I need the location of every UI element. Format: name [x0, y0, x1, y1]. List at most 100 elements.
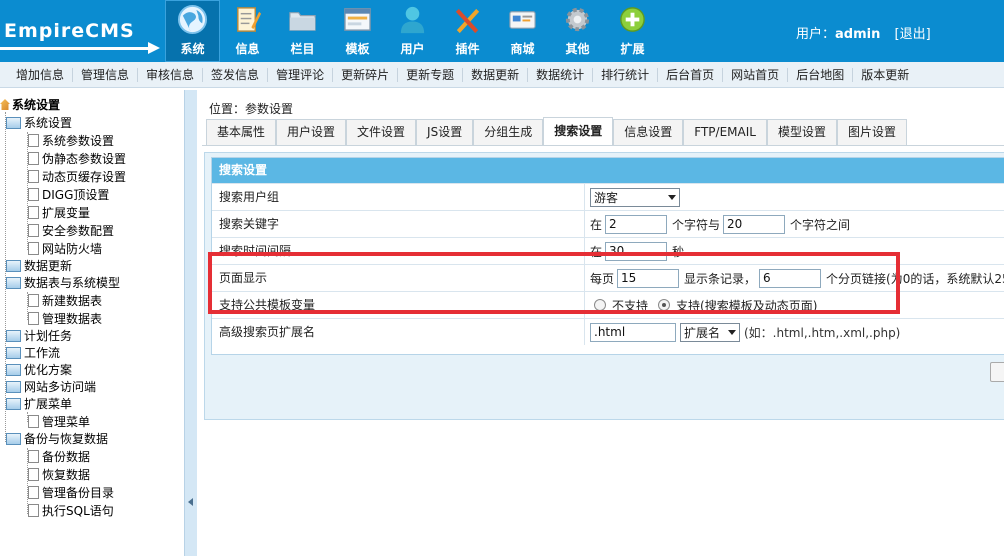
extension-input[interactable]: .html	[590, 322, 676, 342]
tree-item[interactable]: 系统参数设置	[28, 133, 114, 150]
toolbar-admin-home[interactable]: 后台首页	[658, 67, 724, 82]
nav-info[interactable]: 信息	[220, 0, 275, 62]
nav-label: 扩展	[620, 42, 645, 56]
tree-item[interactable]: 安全参数配置	[28, 223, 114, 240]
tree-item[interactable]: 恢复数据	[28, 467, 90, 484]
toolbar-manage-info[interactable]: 管理信息	[73, 67, 139, 82]
page-links-input[interactable]: 6	[759, 268, 822, 288]
section-title: 搜索设置	[212, 158, 1004, 183]
tab-model[interactable]: 模型设置	[766, 119, 837, 145]
nav-template[interactable]: 模板	[330, 0, 385, 62]
interval-prefix: 在	[590, 244, 603, 259]
toolbar-ranking-stats[interactable]: 排行统计	[593, 67, 659, 82]
folder-open-icon	[6, 398, 21, 410]
tree-item[interactable]: 备份数据	[28, 449, 90, 466]
logo-underline	[0, 47, 150, 50]
tree-item[interactable]: 计划任务	[6, 328, 72, 345]
interval-input[interactable]: 30	[605, 241, 668, 261]
tab-js[interactable]: JS设置	[416, 119, 474, 145]
chevron-down-icon	[728, 329, 736, 335]
tab-image[interactable]: 图片设置	[836, 119, 907, 145]
row-label: 支持公共模板变量	[219, 298, 316, 312]
tab-user[interactable]: 用户设置	[276, 119, 347, 145]
tree-item[interactable]: 备份与恢复数据	[6, 431, 108, 448]
breadcrumb: 位置：参数设置	[209, 102, 294, 116]
tree-item[interactable]: 动态页缓存设置	[28, 169, 126, 186]
toolbar-version-update[interactable]: 版本更新	[853, 68, 917, 82]
tab-info[interactable]: 信息设置	[613, 119, 684, 145]
tree-item[interactable]: DIGG顶设置	[28, 187, 109, 204]
document-icon	[28, 468, 39, 481]
tree-item-label: 伪静态参数设置	[42, 152, 127, 166]
collapse-arrow-icon[interactable]	[188, 498, 193, 506]
tab-file[interactable]: 文件设置	[346, 119, 417, 145]
home-icon	[0, 99, 10, 110]
document-icon	[28, 188, 39, 201]
tree-item-label: 优化方案	[24, 363, 73, 377]
toolbar-data-stats[interactable]: 数据统计	[528, 67, 594, 82]
tree-item-label: 管理数据表	[42, 312, 103, 326]
nav-column[interactable]: 栏目	[275, 0, 330, 62]
document-icon	[28, 242, 39, 255]
tree-item[interactable]: 网站防火墙	[28, 241, 102, 258]
logout-link[interactable]: [退出]	[895, 27, 931, 42]
extension-select[interactable]: 扩展名	[680, 322, 740, 342]
sidebar-splitter[interactable]	[184, 90, 197, 556]
tree-item[interactable]: 执行SQL语句	[28, 503, 114, 520]
nav-shop[interactable]: 商城	[495, 0, 550, 62]
tree-item-label: 备份数据	[42, 450, 91, 464]
user-group-select[interactable]: 游客	[590, 187, 680, 207]
tree-item-label: 网站多访问端	[24, 380, 97, 394]
radio-support[interactable]	[658, 299, 671, 311]
globe-icon	[177, 4, 208, 35]
nav-other[interactable]: 其他	[550, 0, 605, 62]
toolbar-review-info[interactable]: 审核信息	[138, 67, 204, 82]
tab-basic[interactable]: 基本属性	[206, 119, 277, 145]
user-prefix: 用户：	[796, 27, 836, 42]
toolbar-admin-map[interactable]: 后台地图	[788, 67, 854, 82]
tree-item[interactable]: 管理菜单	[28, 414, 90, 431]
toolbar-manage-comments[interactable]: 管理评论	[268, 67, 334, 82]
partial-button[interactable]	[990, 362, 1004, 382]
tree-item[interactable]: 伪静态参数设置	[28, 151, 126, 168]
toolbar-data-update[interactable]: 数据更新	[463, 67, 529, 82]
empirecms-logo[interactable]: EmpireCMS	[0, 6, 165, 56]
nav-system[interactable]: 系统	[165, 0, 220, 62]
keyword-min-input[interactable]: 2	[605, 214, 668, 234]
nav-extend[interactable]: 扩展	[605, 0, 660, 62]
tree-item[interactable]: 新建数据表	[28, 293, 102, 310]
tree-item[interactable]: 数据表与系统模型	[6, 275, 120, 292]
row-value: 不支持 支持(搜索模板及动态页面)	[590, 292, 817, 318]
folder-icon	[6, 364, 21, 376]
tab-search[interactable]: 搜索设置	[543, 117, 614, 145]
tree-item[interactable]: 系统设置	[6, 115, 72, 132]
tab-ftp-email[interactable]: FTP/EMAIL	[683, 119, 767, 145]
toolbar-update-topics[interactable]: 更新专题	[398, 67, 464, 82]
toolbar-sign-info[interactable]: 签发信息	[203, 67, 269, 82]
tree-item[interactable]: 优化方案	[6, 362, 72, 379]
nav-plugin[interactable]: 插件	[440, 0, 495, 62]
per-page-input[interactable]: 15	[617, 268, 680, 288]
toolbar-add-info[interactable]: 增加信息	[8, 67, 74, 82]
tree-item[interactable]: 数据更新	[6, 258, 72, 275]
page-suffix: 个分页链接(为0的话，系统默认25	[826, 271, 1004, 286]
nav-label: 栏目	[290, 42, 315, 56]
tree-item[interactable]: 工作流	[6, 345, 60, 362]
document-icon	[28, 294, 39, 307]
tree-item[interactable]: 网站多访问端	[6, 379, 96, 396]
tree-item[interactable]: 管理数据表	[28, 311, 102, 328]
tree-item-label: 备份与恢复数据	[24, 432, 109, 446]
tree-root[interactable]: 系统设置	[0, 97, 60, 114]
tree-item[interactable]: 扩展菜单	[6, 396, 72, 413]
folder-icon	[6, 260, 21, 272]
radio-not-support[interactable]	[594, 299, 606, 311]
tree-item[interactable]: 管理备份目录	[28, 485, 114, 502]
toolbar-site-home[interactable]: 网站首页	[723, 67, 789, 82]
nav-user[interactable]: 用户	[385, 0, 440, 62]
row-search-group: 搜索用户组 游客	[212, 183, 1004, 210]
toolbar-update-fragments[interactable]: 更新碎片	[333, 67, 399, 82]
tree-item[interactable]: 扩展变量	[28, 205, 90, 222]
folder-icon	[6, 330, 21, 342]
tab-group-gen[interactable]: 分组生成	[473, 119, 544, 145]
keyword-max-input[interactable]: 20	[723, 214, 786, 234]
